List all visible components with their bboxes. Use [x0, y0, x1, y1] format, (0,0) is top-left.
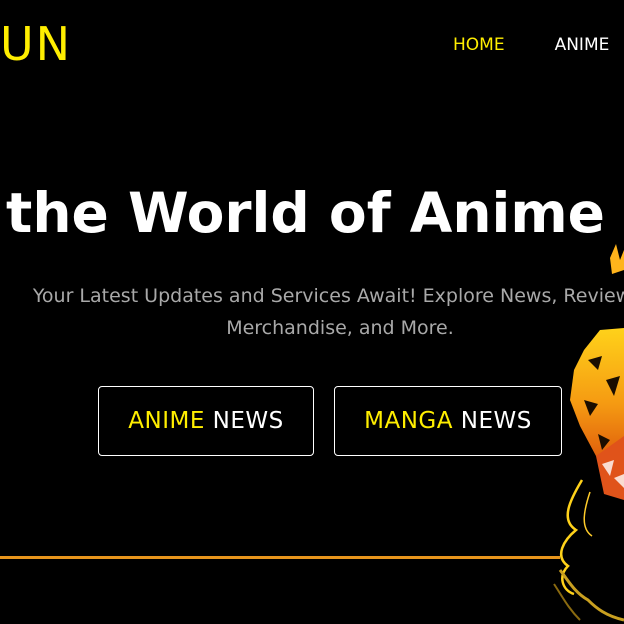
hero-title-container: Dive into the World of Anime: [0, 178, 624, 258]
hero-subtitle-container: Your Latest Updates and Services Await! …: [0, 280, 624, 350]
anime-news-button[interactable]: ANIME NEWS: [98, 386, 314, 456]
main-nav: HOME ANIME: [453, 34, 624, 56]
hero-subtitle-line1: Your Latest Updates and Services Await! …: [32, 285, 624, 307]
tiger-mask-illustration-icon: [553, 244, 624, 622]
section-divider: [0, 556, 560, 559]
nav-anime-link[interactable]: ANIME: [555, 34, 610, 56]
anime-news-button-accent: ANIME: [128, 408, 205, 434]
site-logo-text: UN: [0, 17, 73, 71]
anime-news-button-label: NEWS: [204, 408, 284, 434]
manga-news-button-label: NEWS: [452, 408, 532, 434]
site-logo[interactable]: UN: [0, 16, 72, 72]
manga-news-button-accent: MANGA: [364, 408, 453, 434]
hero-subtitle-line2: Merchandise, and More.: [226, 317, 454, 339]
hero-subtitle: Your Latest Updates and Services Await! …: [0, 280, 624, 344]
hero-title: Dive into the World of Anime: [0, 181, 605, 245]
nav-home-link[interactable]: HOME: [453, 34, 505, 56]
manga-news-button[interactable]: MANGA NEWS: [334, 386, 562, 456]
